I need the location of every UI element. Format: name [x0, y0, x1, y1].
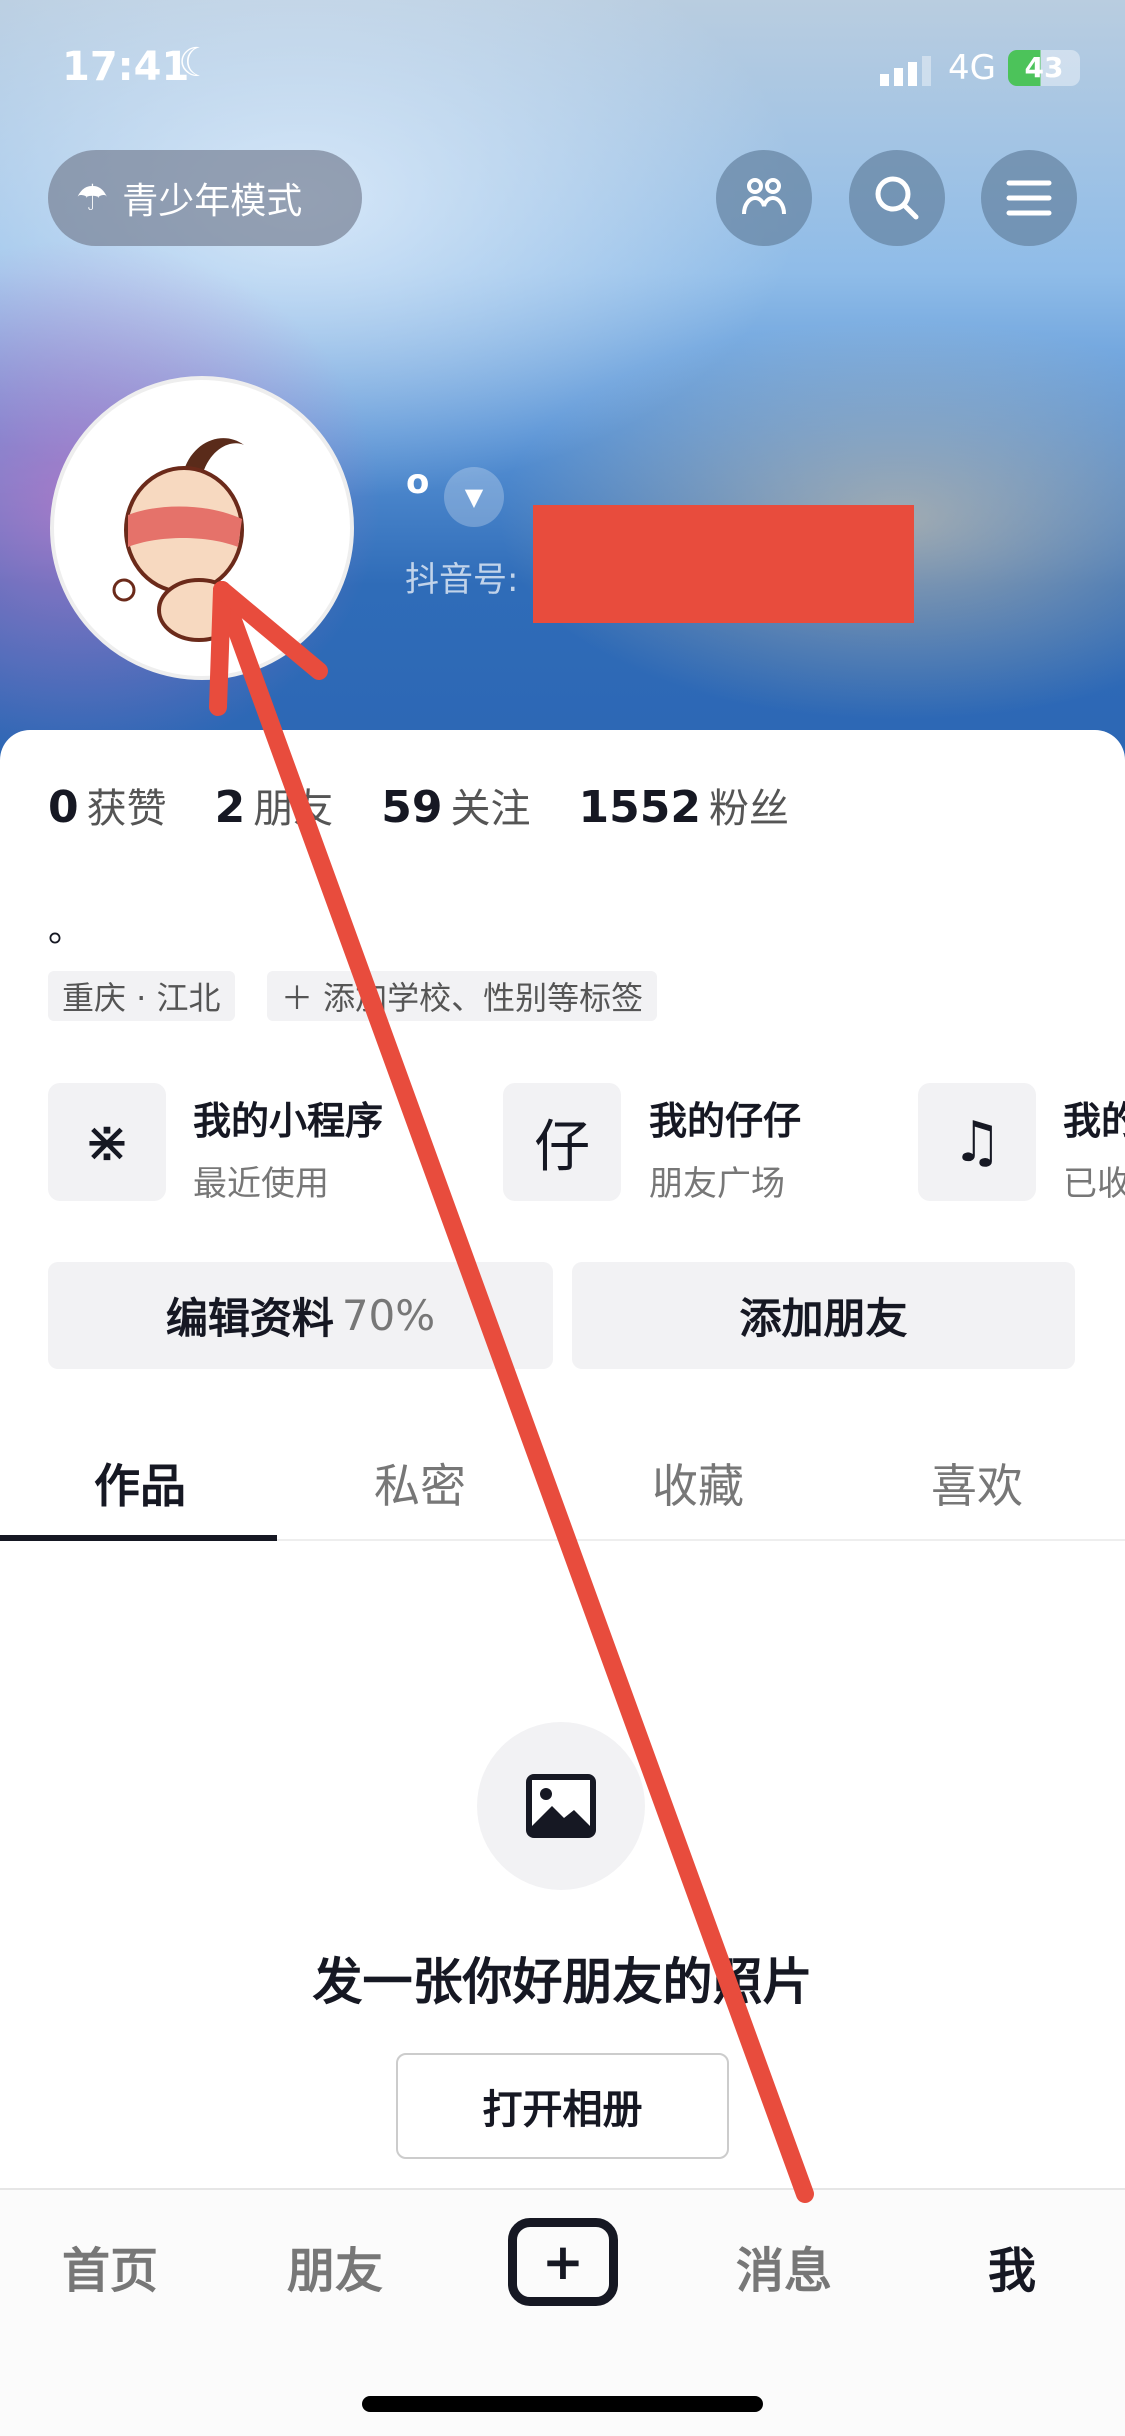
annotation-arrow — [209, 581, 814, 2203]
